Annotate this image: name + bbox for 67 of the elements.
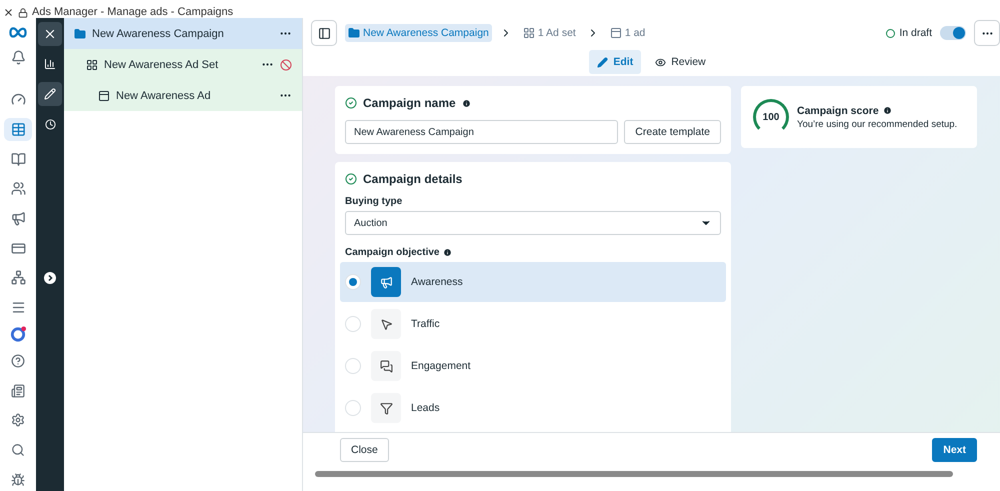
check-icon xyxy=(345,173,357,185)
objective-label: Engagement xyxy=(411,360,471,372)
toggle-switch[interactable] xyxy=(940,26,966,40)
next-button[interactable]: Next xyxy=(932,438,977,462)
radio-button[interactable] xyxy=(345,400,361,416)
lock-icon xyxy=(18,8,28,18)
breadcrumb-link[interactable]: 1 ad xyxy=(606,24,648,42)
scrollbar[interactable] xyxy=(315,471,953,477)
status-label: In draft xyxy=(899,27,932,39)
close-icon[interactable] xyxy=(38,22,62,46)
radio-button[interactable] xyxy=(345,316,361,332)
pencil-icon xyxy=(597,56,608,68)
grid-icon xyxy=(86,58,98,70)
sidebar-icon xyxy=(318,26,330,40)
eye-icon xyxy=(655,56,666,68)
tree-item[interactable]: New Awareness Ad xyxy=(64,80,302,111)
score-title: Campaign score xyxy=(797,104,879,116)
folder-icon xyxy=(348,27,360,39)
create-template-button[interactable]: Create template xyxy=(624,120,721,144)
check-icon xyxy=(345,97,357,109)
breadcrumb-link[interactable]: 1 Ad set xyxy=(520,24,579,42)
objective-option[interactable]: Leads xyxy=(340,388,726,428)
pointer-icon xyxy=(380,318,392,330)
tab[interactable]: Review xyxy=(647,50,714,74)
expand-icon[interactable] xyxy=(44,272,56,284)
card-title: Campaign details xyxy=(363,172,462,186)
tree-item[interactable]: New Awareness Campaign xyxy=(64,18,302,49)
close-icon[interactable] xyxy=(3,7,14,18)
objective-option[interactable]: Engagement xyxy=(340,346,726,386)
info-icon xyxy=(443,248,452,257)
objective-label: Awareness xyxy=(411,276,463,288)
ad-frame-icon xyxy=(98,90,110,102)
field-label: Buying type xyxy=(345,196,404,207)
chat-icon xyxy=(380,360,392,372)
panel-toggle-button[interactable] xyxy=(311,20,337,46)
megaphone-icon xyxy=(380,276,392,288)
tab[interactable]: Edit xyxy=(589,50,642,74)
tree-item-label: New Awareness Ad Set xyxy=(104,58,220,70)
info-icon xyxy=(882,106,892,115)
error-icon xyxy=(280,58,292,70)
pencil-icon[interactable] xyxy=(38,82,62,106)
window-title: Ads Manager - Manage ads - Campaigns xyxy=(32,6,234,18)
ring-logo-icon[interactable] xyxy=(9,326,27,343)
breadcrumb-link[interactable]: New Awareness Campaign xyxy=(345,24,492,42)
folder-icon xyxy=(74,28,86,40)
tree-item[interactable]: New Awareness Ad Set xyxy=(64,49,302,80)
campaign-name-field[interactable]: New Awareness Campaign xyxy=(345,120,618,144)
grid-icon xyxy=(522,27,535,39)
radio-button[interactable] xyxy=(345,358,361,374)
field-label: Campaign objective xyxy=(345,247,440,258)
objective-label: Leads xyxy=(411,402,440,414)
objective-label: Traffic xyxy=(411,318,440,330)
status-icon xyxy=(886,28,896,38)
infinity-logo[interactable] xyxy=(7,26,29,40)
table-icon[interactable] xyxy=(4,118,32,141)
score-text: You’re using our recommended setup. xyxy=(797,118,958,130)
buying-type-dropdown[interactable]: Auction xyxy=(345,211,721,235)
card-title: Campaign name xyxy=(363,96,456,110)
objective-option[interactable]: Awareness xyxy=(340,262,726,302)
radio-button[interactable] xyxy=(345,274,361,290)
objective-option[interactable]: Traffic xyxy=(340,304,726,344)
filter-icon xyxy=(380,402,392,414)
close-button[interactable]: Close xyxy=(340,438,389,462)
tree-item-label: New Awareness Campaign xyxy=(92,28,225,40)
info-icon xyxy=(462,98,471,108)
ad-frame-icon xyxy=(610,27,622,39)
tree-item-label: New Awareness Ad xyxy=(116,90,212,102)
